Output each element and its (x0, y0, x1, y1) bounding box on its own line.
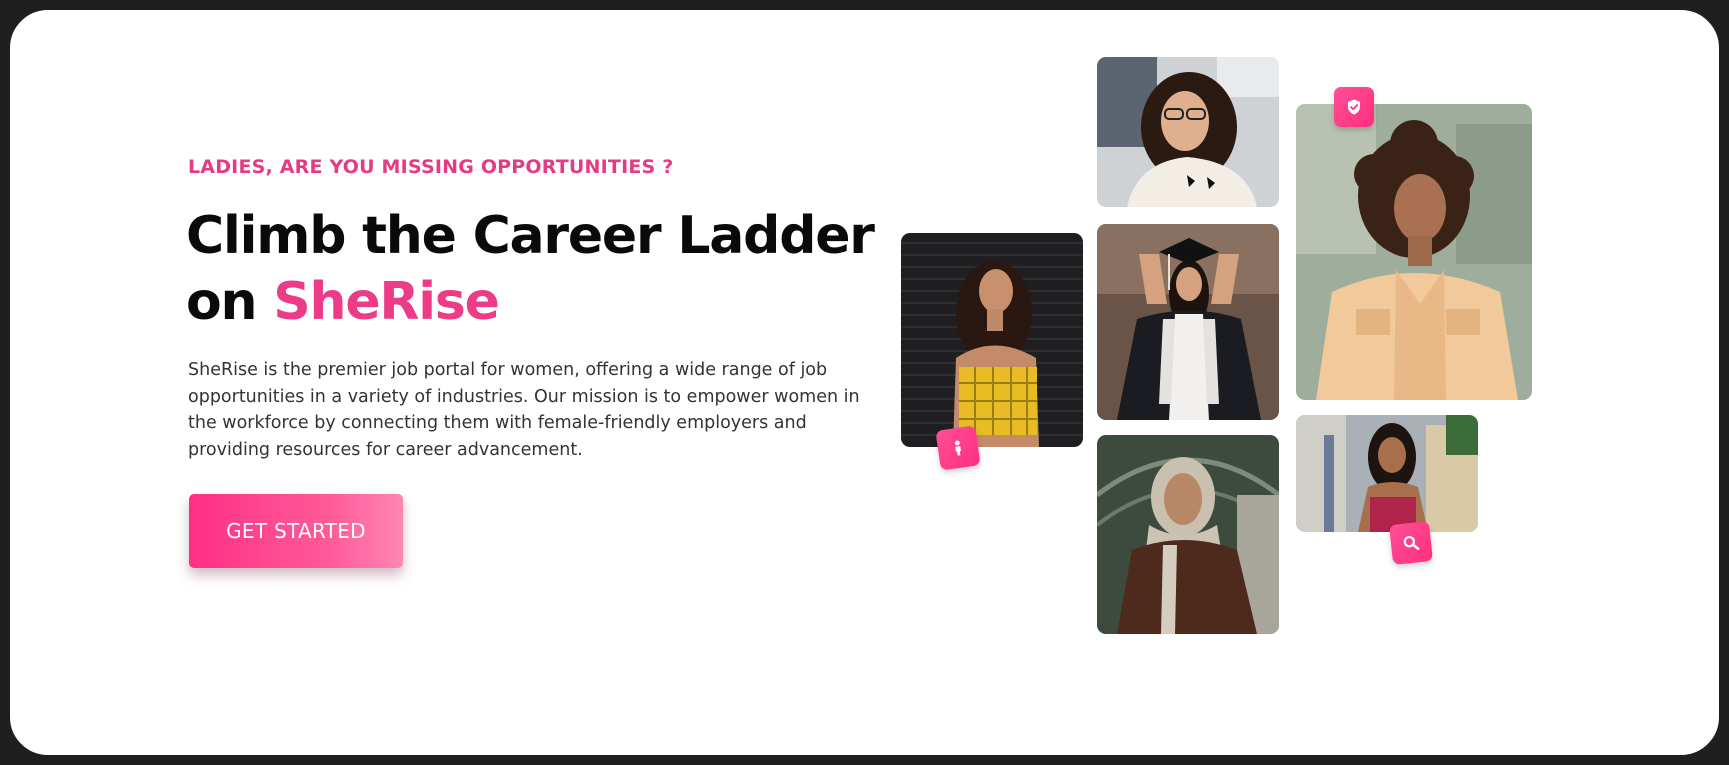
get-started-button[interactable]: GET STARTED (189, 494, 403, 568)
photo-woman-hijab (1097, 435, 1279, 634)
photo-woman-glasses (1097, 57, 1279, 207)
headline-line-1: Climb the Career Ladder (186, 206, 875, 266)
headline-prefix: on (186, 272, 274, 332)
person-icon (954, 440, 961, 456)
shield-badge (1334, 87, 1374, 127)
search-icon (1403, 535, 1420, 550)
hero-headline: Climb the Career Ladder on SheRise (186, 203, 875, 335)
photo-graduate (1097, 224, 1279, 420)
shield-check-icon (1348, 99, 1360, 115)
hero-description: SheRise is the premier job portal for wo… (188, 360, 860, 460)
brand-name: SheRise (273, 272, 500, 332)
person-badge (935, 425, 981, 471)
photo-woman-curly-hair (1296, 104, 1532, 400)
search-badge[interactable] (1389, 521, 1433, 565)
hero-eyebrow: LADIES, ARE YOU MISSING OPPORTUNITIES ? (188, 156, 674, 178)
hero-frame: LADIES, ARE YOU MISSING OPPORTUNITIES ? … (6, 6, 1723, 759)
photo-woman-yellow-top (901, 233, 1083, 447)
photo-woman-street (1296, 415, 1478, 532)
